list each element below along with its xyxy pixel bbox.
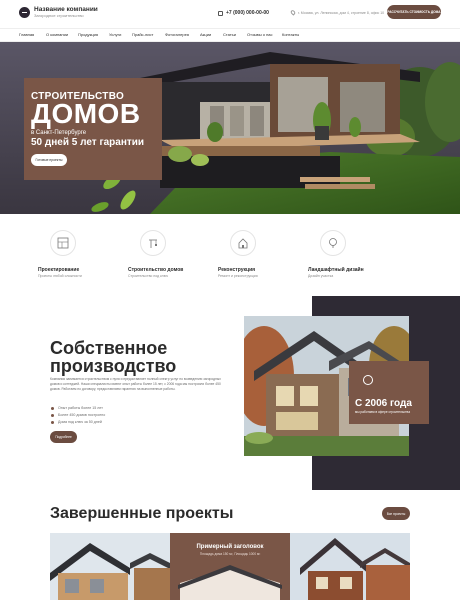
production-list: Опыт работы более 15 лет Более 450 домов… (50, 405, 105, 426)
address-block: г. Москва, ул. Ленинская, дом 4, строени… (289, 9, 385, 16)
hero-headline-line2: ДОМОВ (31, 98, 141, 129)
hero-guarantee: 50 дней 5 лет гарантии (31, 137, 145, 148)
project-card[interactable] (50, 533, 170, 600)
service-design[interactable]: Проектирование Проекты любой сложности (38, 230, 128, 278)
tree-icon (329, 238, 337, 248)
blueprint-icon (57, 237, 69, 249)
production-title: Собственное производство (50, 339, 240, 375)
all-projects-button[interactable]: Все проекты (382, 507, 410, 520)
service-construction[interactable]: Строительство домов Строительство под кл… (128, 230, 218, 278)
badge-title: С 2006 года (355, 398, 412, 409)
list-item: Дома под ключ за 50 дней (50, 419, 105, 426)
service-landscape[interactable]: Ландшафтный дизайн Дизайн участка (308, 230, 398, 278)
nav-item-prices[interactable]: Прайс-лист (132, 32, 153, 37)
crane-icon (149, 239, 157, 248)
service-reconstruction[interactable]: Реконструкция Ремонт и реконструкция (218, 230, 308, 278)
house-icon (238, 238, 248, 249)
service-title: Проектирование (38, 267, 80, 273)
phone-block[interactable]: +7 (000) 000-00-00 (218, 10, 269, 16)
since-2006-badge: С 2006 года мы работаем в сфере строител… (349, 361, 429, 424)
nav-item-gallery[interactable]: Фотогалерея (165, 32, 189, 37)
service-subtitle: Ремонт и реконструкция (218, 274, 258, 278)
address-text: г. Москва, ул. Ленинская, дом 4, строени… (298, 10, 385, 15)
project-card[interactable] (290, 533, 410, 600)
hero-location: в Санкт-Петербурге (31, 130, 87, 136)
company-subtitle: Загородное строительство (34, 13, 84, 18)
service-title: Ландшафтный дизайн (308, 267, 364, 273)
list-item: Опыт работы более 15 лет (50, 405, 105, 412)
service-icon-circle (140, 230, 166, 256)
service-title: Реконструкция (218, 267, 256, 273)
nav-item-home[interactable]: Главная (19, 32, 34, 37)
projects-title: Завершенные проекты (50, 505, 234, 522)
calculate-cost-button[interactable]: РАССЧИТАТЬ СТОИМОСТЬ ДОМА (387, 5, 441, 19)
badge-subtitle: мы работаем в сфере строительства (355, 410, 410, 414)
building-icon (363, 375, 373, 385)
service-icon-circle (50, 230, 76, 256)
nav-item-articles[interactable]: Статьи (223, 32, 236, 37)
list-item: Более 450 домов построено (50, 412, 105, 419)
service-subtitle: Дизайн участка (308, 274, 334, 278)
nav-item-services[interactable]: Услуги (109, 32, 121, 37)
phone-number[interactable]: +7 (000) 000-00-00 (226, 10, 269, 16)
company-block[interactable]: Название компании Загородное строительст… (34, 6, 98, 19)
project-card-featured[interactable]: Примерный заголовок Площадь дома 150 м²,… (170, 533, 290, 600)
service-icon-circle (320, 230, 346, 256)
phone-icon (218, 10, 223, 16)
nav-item-promotions[interactable]: Акции (200, 32, 211, 37)
production-title-line2: производство (50, 356, 177, 376)
header: Название компании Загородное строительст… (0, 0, 460, 28)
ready-projects-button[interactable]: Готовые проекты (31, 154, 67, 166)
company-name: Название компании (34, 6, 98, 13)
logo-icon[interactable] (19, 7, 30, 18)
service-subtitle: Строительство под ключ (128, 274, 169, 278)
nav-item-about[interactable]: О компании (46, 32, 68, 37)
service-icon-circle (230, 230, 256, 256)
nav-item-reviews[interactable]: Отзывы о нас (247, 32, 273, 37)
service-title: Строительство домов (128, 267, 184, 273)
production-title-line1: Собственное (50, 338, 168, 358)
location-pin-icon (289, 9, 297, 16)
nav-item-products[interactable]: Продукция (78, 32, 98, 37)
project-featured-image (178, 565, 282, 600)
production-description: Компания занимается строительством с нул… (50, 377, 221, 391)
service-subtitle: Проекты любой сложности (38, 274, 82, 278)
main-nav: Главная О компании Продукция Услуги Прай… (0, 28, 460, 42)
more-button[interactable]: Подробнее (50, 431, 77, 443)
nav-item-contacts[interactable]: Контакты (282, 32, 299, 37)
